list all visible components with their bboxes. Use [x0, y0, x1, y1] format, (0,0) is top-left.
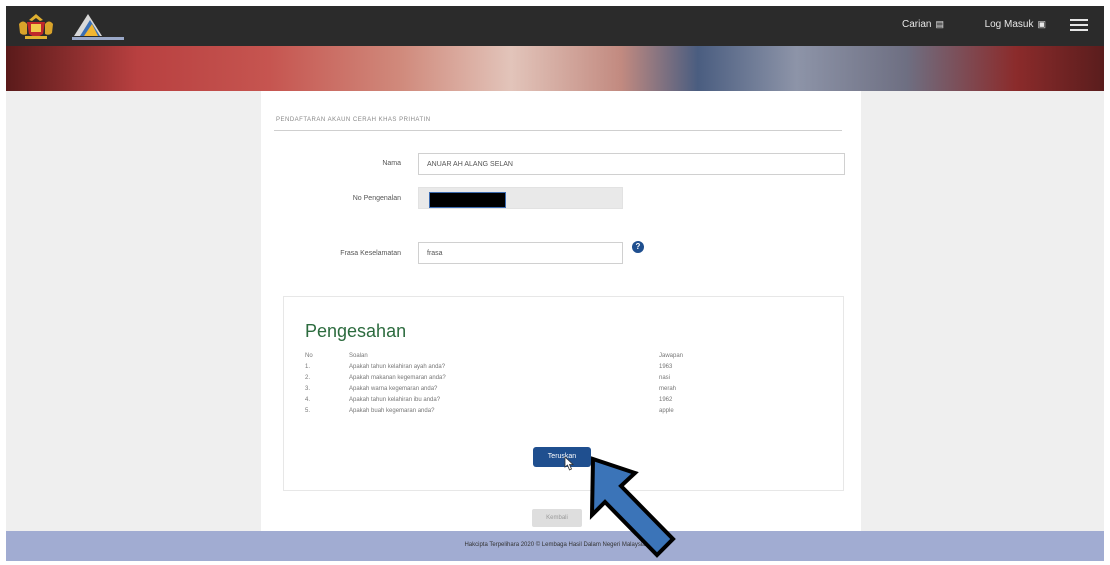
- help-icon[interactable]: ?: [632, 241, 644, 253]
- no-pengenalan-label: No Pengenalan: [352, 195, 401, 202]
- app-frame: Carian ▤ Log Masuk ▣ PENDAFTARAN AKAUN CER…: [6, 6, 1104, 561]
- frasa-keselamatan-label: Frasa Keselamatan: [340, 250, 401, 257]
- nav-carian[interactable]: Carian ▤: [902, 19, 944, 30]
- row-jawapan: 1962: [659, 397, 673, 403]
- nav-carian-label: Carian: [902, 19, 932, 30]
- table-row: 5. Apakah buah kegemaran anda? apple: [305, 408, 825, 417]
- row-soalan: Apakah tahun kelahiran ayah anda?: [349, 364, 446, 370]
- menu-hamburger-icon[interactable]: [1070, 16, 1088, 32]
- table-row: 4. Apakah tahun kelahiran ibu anda? 1962: [305, 397, 825, 406]
- user-icon: ▣: [1037, 19, 1046, 29]
- nav-log-masuk[interactable]: Log Masuk ▣: [985, 19, 1046, 30]
- row-jawapan: 1963: [659, 364, 673, 370]
- row-no: 3.: [305, 386, 311, 392]
- header-jawapan: Jawapan: [659, 353, 684, 359]
- table-row: 3. Apakah warna kegemaran anda? merah: [305, 386, 825, 395]
- row-soalan: Apakah warna kegemaran anda?: [349, 386, 438, 392]
- frasa-keselamatan-field[interactable]: frasa: [418, 242, 623, 264]
- row-jawapan: apple: [659, 408, 674, 414]
- registration-form-card: PENDAFTARAN AKAUN CERAH KHAS PRIHATIN Na…: [261, 91, 861, 531]
- row-no: 4.: [305, 397, 311, 403]
- hero-banner: [6, 46, 1104, 91]
- row-jawapan: nasi: [659, 375, 671, 381]
- row-no: 1.: [305, 364, 311, 370]
- header-no: No: [305, 353, 313, 359]
- row-soalan: Apakah buah kegemaran anda?: [349, 408, 435, 414]
- coat-of-arms-logo[interactable]: [16, 12, 56, 40]
- annotation-arrow-icon: [589, 456, 676, 558]
- pengesahan-title: Pengesahan: [305, 321, 407, 341]
- row-soalan: Apakah makanan kegemaran anda?: [349, 375, 446, 381]
- top-navbar: Carian ▤ Log Masuk ▣: [6, 6, 1104, 46]
- table-row: 1. Apakah tahun kelahiran ayah anda? 196…: [305, 364, 825, 373]
- row-soalan: Apakah tahun kelahiran ibu anda?: [349, 397, 441, 403]
- row-jawapan: merah: [659, 386, 677, 392]
- header-soalan: Soalan: [349, 353, 368, 359]
- search-icon: ▤: [935, 19, 944, 29]
- row-no: 2.: [305, 375, 311, 381]
- footer: Hakcipta Terpelihara 2020 © Lembaga Hasi…: [6, 531, 1104, 561]
- agency-logo[interactable]: [68, 10, 128, 42]
- nav-log-masuk-label: Log Masuk: [984, 19, 1034, 30]
- page-title: PENDAFTARAN AKAUN CERAH KHAS PRIHATIN: [276, 117, 431, 123]
- row-no: 5.: [305, 408, 311, 414]
- no-pengenalan-field: [418, 187, 623, 209]
- question-table-header: No Soalan Jawapan: [305, 353, 825, 362]
- footer-copyright: Hakcipta Terpelihara 2020 © Lembaga Hasi…: [464, 542, 646, 548]
- table-row: 2. Apakah makanan kegemaran anda? nasi: [305, 375, 825, 384]
- redacted-id-block: [429, 192, 506, 208]
- nama-field[interactable]: ANUAR AH ALANG SELAN: [418, 153, 845, 175]
- nama-label: Nama: [382, 160, 401, 167]
- title-divider: [274, 130, 842, 131]
